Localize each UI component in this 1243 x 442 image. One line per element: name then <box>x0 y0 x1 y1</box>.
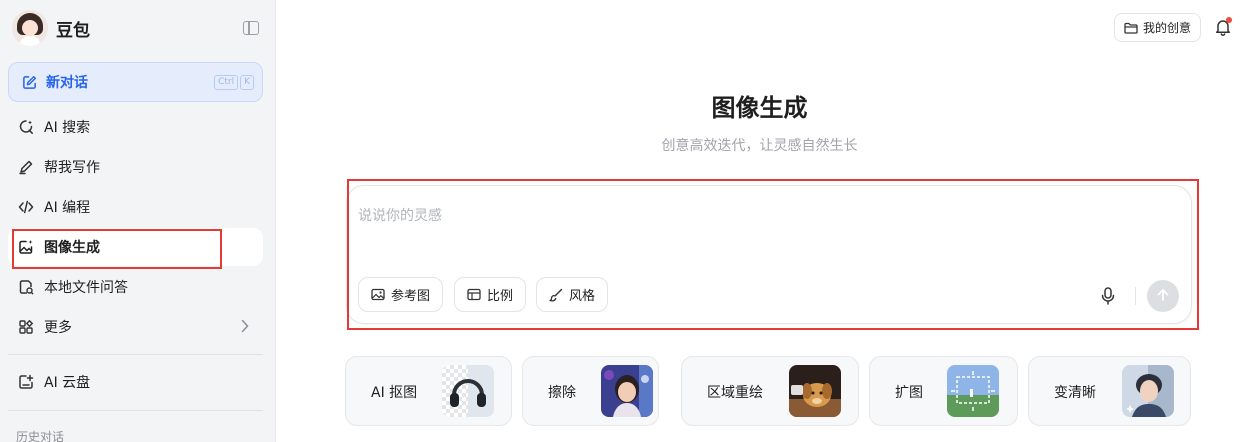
sidebar-item-more[interactable]: 更多 <box>8 308 263 346</box>
new-chat-button[interactable]: 新对话 Ctrl K <box>8 62 263 102</box>
image-ref-icon <box>371 288 385 302</box>
code-icon <box>18 199 34 215</box>
thumbnail-portrait-enhance <box>1122 365 1174 417</box>
image-gen-icon <box>18 239 34 255</box>
sidebar-item-label: 更多 <box>44 320 72 336</box>
file-qa-icon <box>18 279 34 295</box>
ratio-icon <box>467 288 481 302</box>
page-subtitle: 创意高效迭代，让灵感自然生长 <box>661 138 858 154</box>
chevron-right-icon <box>241 319 249 337</box>
sidebar-item-label: AI 编程 <box>44 200 91 216</box>
sidebar: 豆包 新对话 Ctrl K AI 搜索 帮我写作 AI 编程 图像生成 本地文件… <box>0 0 276 442</box>
cloud-drive-icon <box>18 374 34 390</box>
reference-image-button[interactable]: 参考图 <box>358 277 444 312</box>
sidebar-collapse-icon[interactable] <box>243 21 259 35</box>
new-chat-label: 新对话 <box>46 75 88 91</box>
composer-separator <box>1135 287 1136 305</box>
brush-icon <box>549 288 563 302</box>
prompt-composer: 参考图 比例 风格 <box>346 185 1192 324</box>
sidebar-item-label: 帮我写作 <box>44 160 100 176</box>
avatar <box>12 10 48 46</box>
folder-icon <box>1124 22 1138 34</box>
sidebar-item-writing[interactable]: 帮我写作 <box>8 148 263 186</box>
edit-icon <box>21 74 37 90</box>
tool-card-outpaint[interactable]: 扩图 <box>869 356 1018 426</box>
shortcut-key-k: K <box>240 75 254 90</box>
sidebar-item-local-file-qa[interactable]: 本地文件问答 <box>8 268 263 306</box>
notification-dot <box>1226 17 1232 23</box>
history-title: 历史对话 <box>16 430 65 442</box>
tool-label: 扩图 <box>895 385 923 401</box>
microphone-icon[interactable] <box>1100 287 1116 305</box>
app-root: 豆包 新对话 Ctrl K AI 搜索 帮我写作 AI 编程 图像生成 本地文件… <box>0 0 1243 442</box>
sidebar-divider <box>8 354 263 355</box>
brand[interactable]: 豆包 <box>12 10 90 46</box>
tool-label: 变清晰 <box>1054 385 1096 401</box>
sidebar-divider <box>8 410 263 411</box>
app-name: 豆包 <box>56 20 90 41</box>
sidebar-item-ai-search[interactable]: AI 搜索 <box>8 108 263 146</box>
chip-label: 参考图 <box>391 289 431 304</box>
shortcut-key-ctrl: Ctrl <box>214 75 239 90</box>
sidebar-item-image-gen[interactable]: 图像生成 <box>8 228 263 266</box>
my-creation-button[interactable]: 我的创意 <box>1114 13 1202 42</box>
tool-label: 区域重绘 <box>707 385 763 401</box>
style-button[interactable]: 风格 <box>536 277 609 312</box>
sidebar-item-coding[interactable]: AI 编程 <box>8 188 263 226</box>
sidebar-item-label: 图像生成 <box>44 240 100 256</box>
sidebar-item-label: AI 云盘 <box>44 375 91 391</box>
thumbnail-child-portrait <box>601 365 653 417</box>
grid-icon <box>18 319 34 335</box>
send-button[interactable] <box>1147 280 1179 312</box>
pen-icon <box>18 159 34 175</box>
tool-card-inpaint[interactable]: 区域重绘 <box>681 356 859 426</box>
tool-card-enhance[interactable]: 变清晰 <box>1028 356 1191 426</box>
tool-label: 擦除 <box>548 385 576 401</box>
page-title: 图像生成 <box>711 94 808 122</box>
shortcut-hint: Ctrl K <box>214 75 254 90</box>
prompt-input[interactable] <box>358 202 1158 230</box>
arrow-up-icon <box>1156 287 1170 306</box>
tool-card-erase[interactable]: 擦除 <box>522 356 659 426</box>
sidebar-item-cloud-drive[interactable]: AI 云盘 <box>8 363 263 401</box>
sidebar-item-label: 本地文件问答 <box>44 280 128 296</box>
sidebar-item-label: AI 搜索 <box>44 120 91 136</box>
thumbnail-headphones <box>442 365 494 417</box>
thumbnail-landscape <box>947 365 999 417</box>
chip-label: 比例 <box>487 289 514 304</box>
tool-label: AI 抠图 <box>371 385 418 401</box>
search-spark-icon <box>18 119 34 135</box>
chip-label: 风格 <box>569 289 596 304</box>
my-creation-label: 我的创意 <box>1143 21 1192 35</box>
tool-card-matting[interactable]: AI 抠图 <box>345 356 512 426</box>
thumbnail-puppy <box>789 365 841 417</box>
ratio-button[interactable]: 比例 <box>454 277 527 312</box>
